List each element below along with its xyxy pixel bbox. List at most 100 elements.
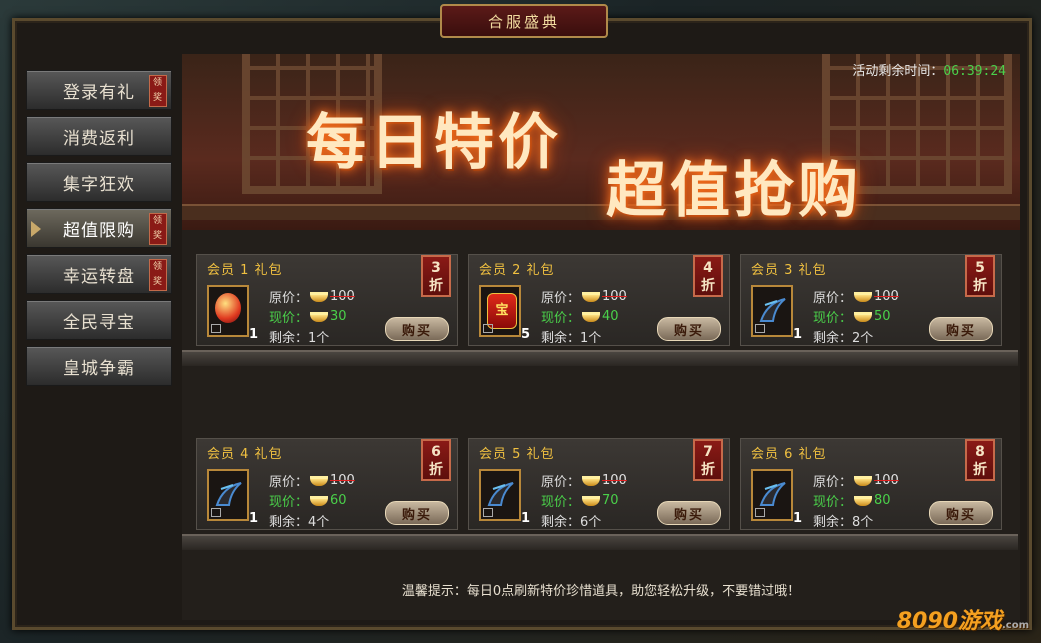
sidebar-item-treasure-hunt[interactable]: 全民寻宝 bbox=[26, 300, 172, 340]
remaining-stock: 剩余：1个 bbox=[269, 327, 329, 346]
gold-ingot-icon bbox=[854, 495, 873, 506]
discount-value: 5 bbox=[975, 260, 985, 276]
current-price-value: 40 bbox=[602, 309, 619, 324]
remaining-value: 1个 bbox=[580, 331, 602, 346]
current-price: 现价： 50 bbox=[813, 307, 891, 326]
package-title: 会员 5 礼包 bbox=[479, 447, 555, 462]
gold-ingot-icon bbox=[582, 495, 601, 506]
remaining-stock: 剩余：6个 bbox=[541, 511, 601, 530]
discount-tag: 6折 bbox=[421, 439, 451, 481]
sidebar-item-word-collect[interactable]: 集字狂欢 bbox=[26, 162, 172, 202]
claw-weapon-icon bbox=[759, 298, 786, 322]
bag-icon bbox=[211, 508, 221, 517]
buy-button[interactable]: 购买 bbox=[385, 501, 449, 525]
bag-icon bbox=[483, 508, 493, 517]
package-title: 会员 1 礼包 bbox=[207, 263, 283, 278]
current-price-value: 50 bbox=[874, 309, 891, 324]
item-slot[interactable] bbox=[207, 469, 249, 521]
item-quantity: 1 bbox=[793, 327, 803, 342]
original-price-value: 100 bbox=[874, 289, 899, 304]
discount-tag: 8折 bbox=[965, 439, 995, 481]
item-quantity: 1 bbox=[793, 511, 803, 526]
discount-value: 8 bbox=[975, 444, 985, 460]
package-card: 会员 4 礼包 6折 1 原价： 100 现价： 60 剩余：4个 购买 bbox=[196, 438, 458, 530]
item-slot[interactable] bbox=[751, 469, 793, 521]
package-card: 会员 5 礼包 7折 1 原价： 100 现价： 70 剩余：6个 购买 bbox=[468, 438, 730, 530]
original-price-value: 100 bbox=[602, 473, 627, 488]
claim-badge[interactable]: 领奖 bbox=[149, 75, 167, 107]
discount-value: 6 bbox=[431, 444, 441, 460]
sidebar-item-label: 全民寻宝 bbox=[63, 312, 135, 333]
remaining-value: 2个 bbox=[852, 331, 874, 346]
item-slot[interactable] bbox=[751, 285, 793, 337]
gold-ingot-icon bbox=[582, 311, 601, 322]
original-price-label: 原价： bbox=[541, 475, 581, 490]
discount-unit: 折 bbox=[429, 462, 443, 478]
bag-icon bbox=[211, 324, 221, 333]
claw-weapon-icon bbox=[215, 482, 242, 506]
gold-ingot-icon bbox=[854, 311, 873, 322]
remaining-stock: 剩余：2个 bbox=[813, 327, 873, 346]
current-price-value: 60 bbox=[330, 493, 347, 508]
sidebar-item-label: 幸运转盘 bbox=[63, 266, 135, 287]
current-price-value: 80 bbox=[874, 493, 891, 508]
sidebar-item-label: 皇城争霸 bbox=[63, 358, 135, 379]
current-price-label: 现价： bbox=[541, 311, 581, 326]
window-title: 合服盛典 bbox=[440, 4, 608, 38]
discount-unit: 折 bbox=[973, 278, 987, 294]
sidebar-item-limited-sale[interactable]: 超值限购 领奖 bbox=[26, 208, 172, 248]
discount-unit: 折 bbox=[429, 278, 443, 294]
original-price: 原价： 100 bbox=[269, 287, 355, 306]
item-slot[interactable]: 宝 bbox=[479, 285, 521, 337]
claw-weapon-icon bbox=[759, 482, 786, 506]
discount-value: 7 bbox=[703, 444, 713, 460]
current-price-value: 30 bbox=[330, 309, 347, 324]
gold-ingot-icon bbox=[854, 475, 873, 486]
original-price: 原价： 100 bbox=[541, 471, 627, 490]
site-watermark: 8090游戏.com bbox=[897, 603, 1029, 635]
claim-badge[interactable]: 领奖 bbox=[149, 213, 167, 245]
package-title: 会员 3 礼包 bbox=[751, 263, 827, 278]
claw-weapon-icon bbox=[487, 482, 514, 506]
remaining-value: 6个 bbox=[580, 515, 602, 530]
sidebar-item-spend-rebate[interactable]: 消费返利 bbox=[26, 116, 172, 156]
item-slot[interactable] bbox=[207, 285, 249, 337]
banner-slogan-daily-deal: 每日特价 bbox=[306, 108, 562, 178]
original-price-value: 100 bbox=[330, 473, 355, 488]
gold-ingot-icon bbox=[582, 291, 601, 302]
current-price-value: 70 bbox=[602, 493, 619, 508]
package-card: 会员 3 礼包 5 折 1 原价： 100 现价： 50 剩余：2个 购买 bbox=[740, 254, 1002, 346]
sidebar-item-login-gift[interactable]: 登录有礼 领奖 bbox=[26, 70, 172, 110]
gold-ingot-icon bbox=[310, 495, 329, 506]
buy-button[interactable]: 购买 bbox=[929, 501, 993, 525]
package-title: 会员 6 礼包 bbox=[751, 447, 827, 462]
buy-button[interactable]: 购买 bbox=[385, 317, 449, 341]
sidebar-item-label: 集字狂欢 bbox=[63, 174, 135, 195]
gold-ingot-icon bbox=[310, 311, 329, 322]
current-price: 现价： 60 bbox=[269, 491, 347, 510]
buy-button[interactable]: 购买 bbox=[657, 317, 721, 341]
banner-slogan-flash-sale: 超值抢购 bbox=[606, 156, 862, 226]
remaining-label: 剩余： bbox=[813, 515, 853, 530]
buy-button[interactable]: 购买 bbox=[657, 501, 721, 525]
current-price-label: 现价： bbox=[813, 495, 853, 510]
package-card: 会员 6 礼包 8折 1 原价： 100 现价： 80 剩余：8个 购买 bbox=[740, 438, 1002, 530]
remaining-value: 8个 bbox=[852, 515, 874, 530]
item-quantity: 1 bbox=[521, 511, 531, 526]
sidebar-item-city-battle[interactable]: 皇城争霸 bbox=[26, 346, 172, 386]
gold-ingot-icon bbox=[310, 475, 329, 486]
remaining-label: 剩余： bbox=[813, 331, 853, 346]
selected-arrow-icon bbox=[31, 221, 41, 237]
original-price-label: 原价： bbox=[541, 291, 581, 306]
claim-badge[interactable]: 领奖 bbox=[149, 259, 167, 291]
bag-icon bbox=[483, 324, 493, 333]
sidebar-item-label: 登录有礼 bbox=[63, 82, 135, 103]
tip-text: 温馨提示：每日0点刷新特价珍惜道具，助您轻松升级，不要错过哦！ bbox=[401, 584, 801, 599]
item-slot[interactable] bbox=[479, 469, 521, 521]
buy-button[interactable]: 购买 bbox=[929, 317, 993, 341]
discount-unit: 折 bbox=[701, 462, 715, 478]
original-price-value: 100 bbox=[874, 473, 899, 488]
original-price-label: 原价： bbox=[813, 291, 853, 306]
gold-ingot-icon bbox=[854, 291, 873, 302]
sidebar-item-lucky-wheel[interactable]: 幸运转盘 领奖 bbox=[26, 254, 172, 294]
